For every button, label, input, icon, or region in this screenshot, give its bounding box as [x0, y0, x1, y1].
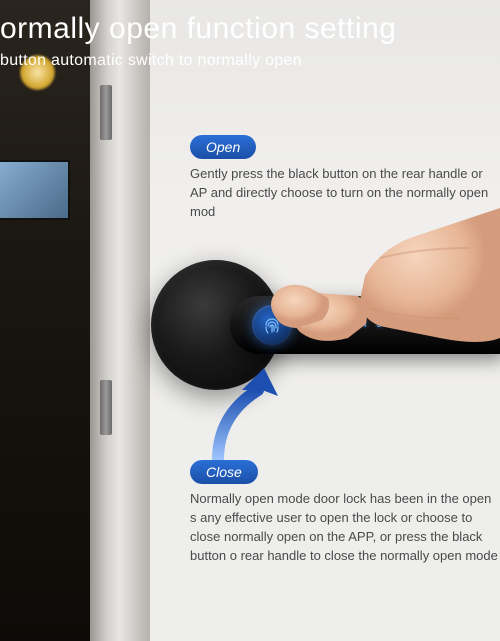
close-label-pill: Close [190, 460, 258, 484]
close-label-text: Close [206, 464, 242, 480]
keypad-digit: 9 [436, 320, 442, 331]
keypad-digit: 6 [391, 320, 397, 331]
keypad-digit: 7 [406, 320, 412, 331]
keypad-digit: 4 [361, 320, 367, 331]
tv-screen [0, 160, 70, 220]
keypad-digit: 2 [331, 320, 337, 331]
fingerprint-icon [260, 313, 284, 337]
keypad-digit: 8 [421, 320, 427, 331]
keypad-digit: 3 [346, 320, 352, 331]
keypad: 1 2 3 4 5 6 7 8 9 0 [316, 320, 457, 331]
close-description: Normally open mode door lock has been in… [190, 490, 500, 565]
door-hinge [100, 380, 112, 435]
fingerprint-sensor [252, 305, 292, 345]
arrow-up-icon [198, 360, 308, 470]
keypad-digit: 5 [376, 320, 382, 331]
door-frame [90, 0, 150, 641]
room-background [0, 0, 90, 641]
open-label-pill: Open [190, 135, 256, 159]
header: ormally open function setting button aut… [0, 12, 500, 70]
open-description: Gently press the black button on the rea… [190, 165, 500, 222]
door-hinge [100, 85, 112, 140]
open-label-text: Open [206, 139, 240, 155]
product-infographic: ormally open function setting button aut… [0, 0, 500, 641]
page-subtitle: button automatic switch to normally open [0, 52, 500, 70]
page-title: ormally open function setting [0, 12, 500, 46]
keypad-digit: 1 [316, 320, 322, 331]
lock-handle: 1 2 3 4 5 6 7 8 9 0 [230, 296, 500, 354]
keypad-digit: 0 [451, 320, 457, 331]
